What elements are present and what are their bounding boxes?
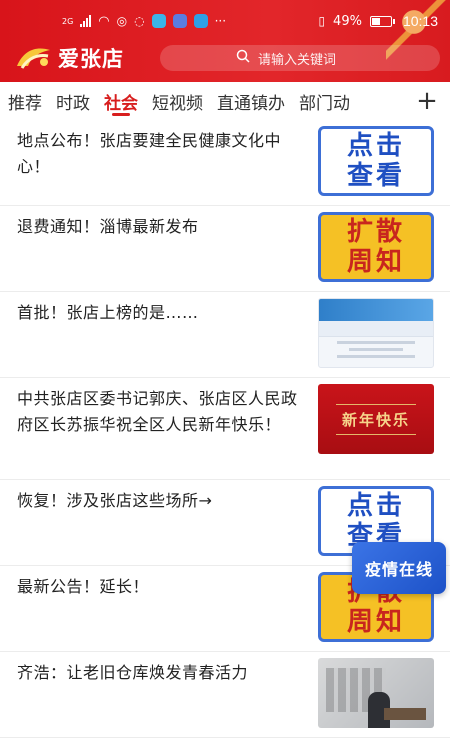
signal-icon [80,15,92,27]
list-item[interactable]: 首批！张店上榜的是…… [0,292,450,378]
list-item[interactable]: 地点公布！张店要建全民健康文化中心！ 点击 查看 [0,120,450,206]
list-item[interactable]: 退费通知！淄博最新发布 扩散 周知 [0,206,450,292]
news-thumbnail [318,298,434,368]
news-title: 恢复！涉及张店这些场所→ [17,491,213,510]
wechat-icon: ◎ [116,14,128,28]
epidemic-online-button[interactable]: 疫情在线 [352,542,446,594]
app-header: 2G ◠ ◎ ◌ ··· ▯ 49% 10:13 爱张店 请输入关键词 [0,0,450,82]
more-notifications-icon: ··· [214,14,227,28]
category-tabs: 推荐 时政 社会 短视频 直通镇办 部门动 [0,82,450,120]
news-title: 地点公布！张店要建全民健康文化中心！ [17,131,282,176]
news-title: 齐浩：让老旧仓库焕发青春活力 [17,663,249,682]
news-thumbnail [318,658,434,728]
search-bar[interactable]: 请输入关键词 [160,45,440,71]
list-item[interactable]: 齐浩：让老旧仓库焕发青春活力 [0,652,450,738]
news-thumbnail: 新年快乐 [318,384,434,454]
app-notification-icon [151,14,166,28]
brand: 爱张店 [14,43,124,73]
news-thumbnail: 点击 查看 [318,126,434,196]
tab-politics[interactable]: 时政 [49,82,97,120]
news-title: 中共张店区委书记郭庆、张店区人民政府区长苏振华祝全区人民新年快乐！ [17,389,298,434]
list-item[interactable]: 中共张店区委书记郭庆、张店区人民政府区长苏振华祝全区人民新年快乐！ 新年快乐 [0,378,450,480]
status-bar: 2G ◠ ◎ ◌ ··· ▯ 49% 10:13 [0,0,450,42]
news-title: 最新公告！延长！ [17,577,150,596]
tab-departments[interactable]: 部门动 [292,82,357,120]
app-logo-icon [14,44,54,72]
search-icon [236,49,250,67]
message-icon: ◌ [134,14,145,28]
battery-icon [369,15,395,27]
tab-recommend[interactable]: 推荐 [0,82,49,120]
wifi-icon: ◠ [98,13,110,29]
search-placeholder: 请输入关键词 [258,52,337,68]
vibrate-icon: ▯ [318,14,326,28]
news-thumbnail: 扩散 周知 [318,212,434,282]
tab-society[interactable]: 社会 [97,82,145,120]
tab-short-video[interactable]: 短视频 [145,82,210,120]
news-title: 退费通知！淄博最新发布 [17,217,199,236]
app-notification-icon-2 [172,14,187,28]
tab-towns[interactable]: 直通镇办 [210,82,292,120]
clock: 10:13 [402,13,438,29]
app-notification-icon-3 [193,14,208,28]
network-type: 2G [62,16,74,26]
app-name: 爱张店 [58,47,124,71]
news-title: 首批！张店上榜的是…… [17,303,199,322]
add-tab-button[interactable]: + [412,82,442,120]
battery-percent: 49% [333,13,362,29]
